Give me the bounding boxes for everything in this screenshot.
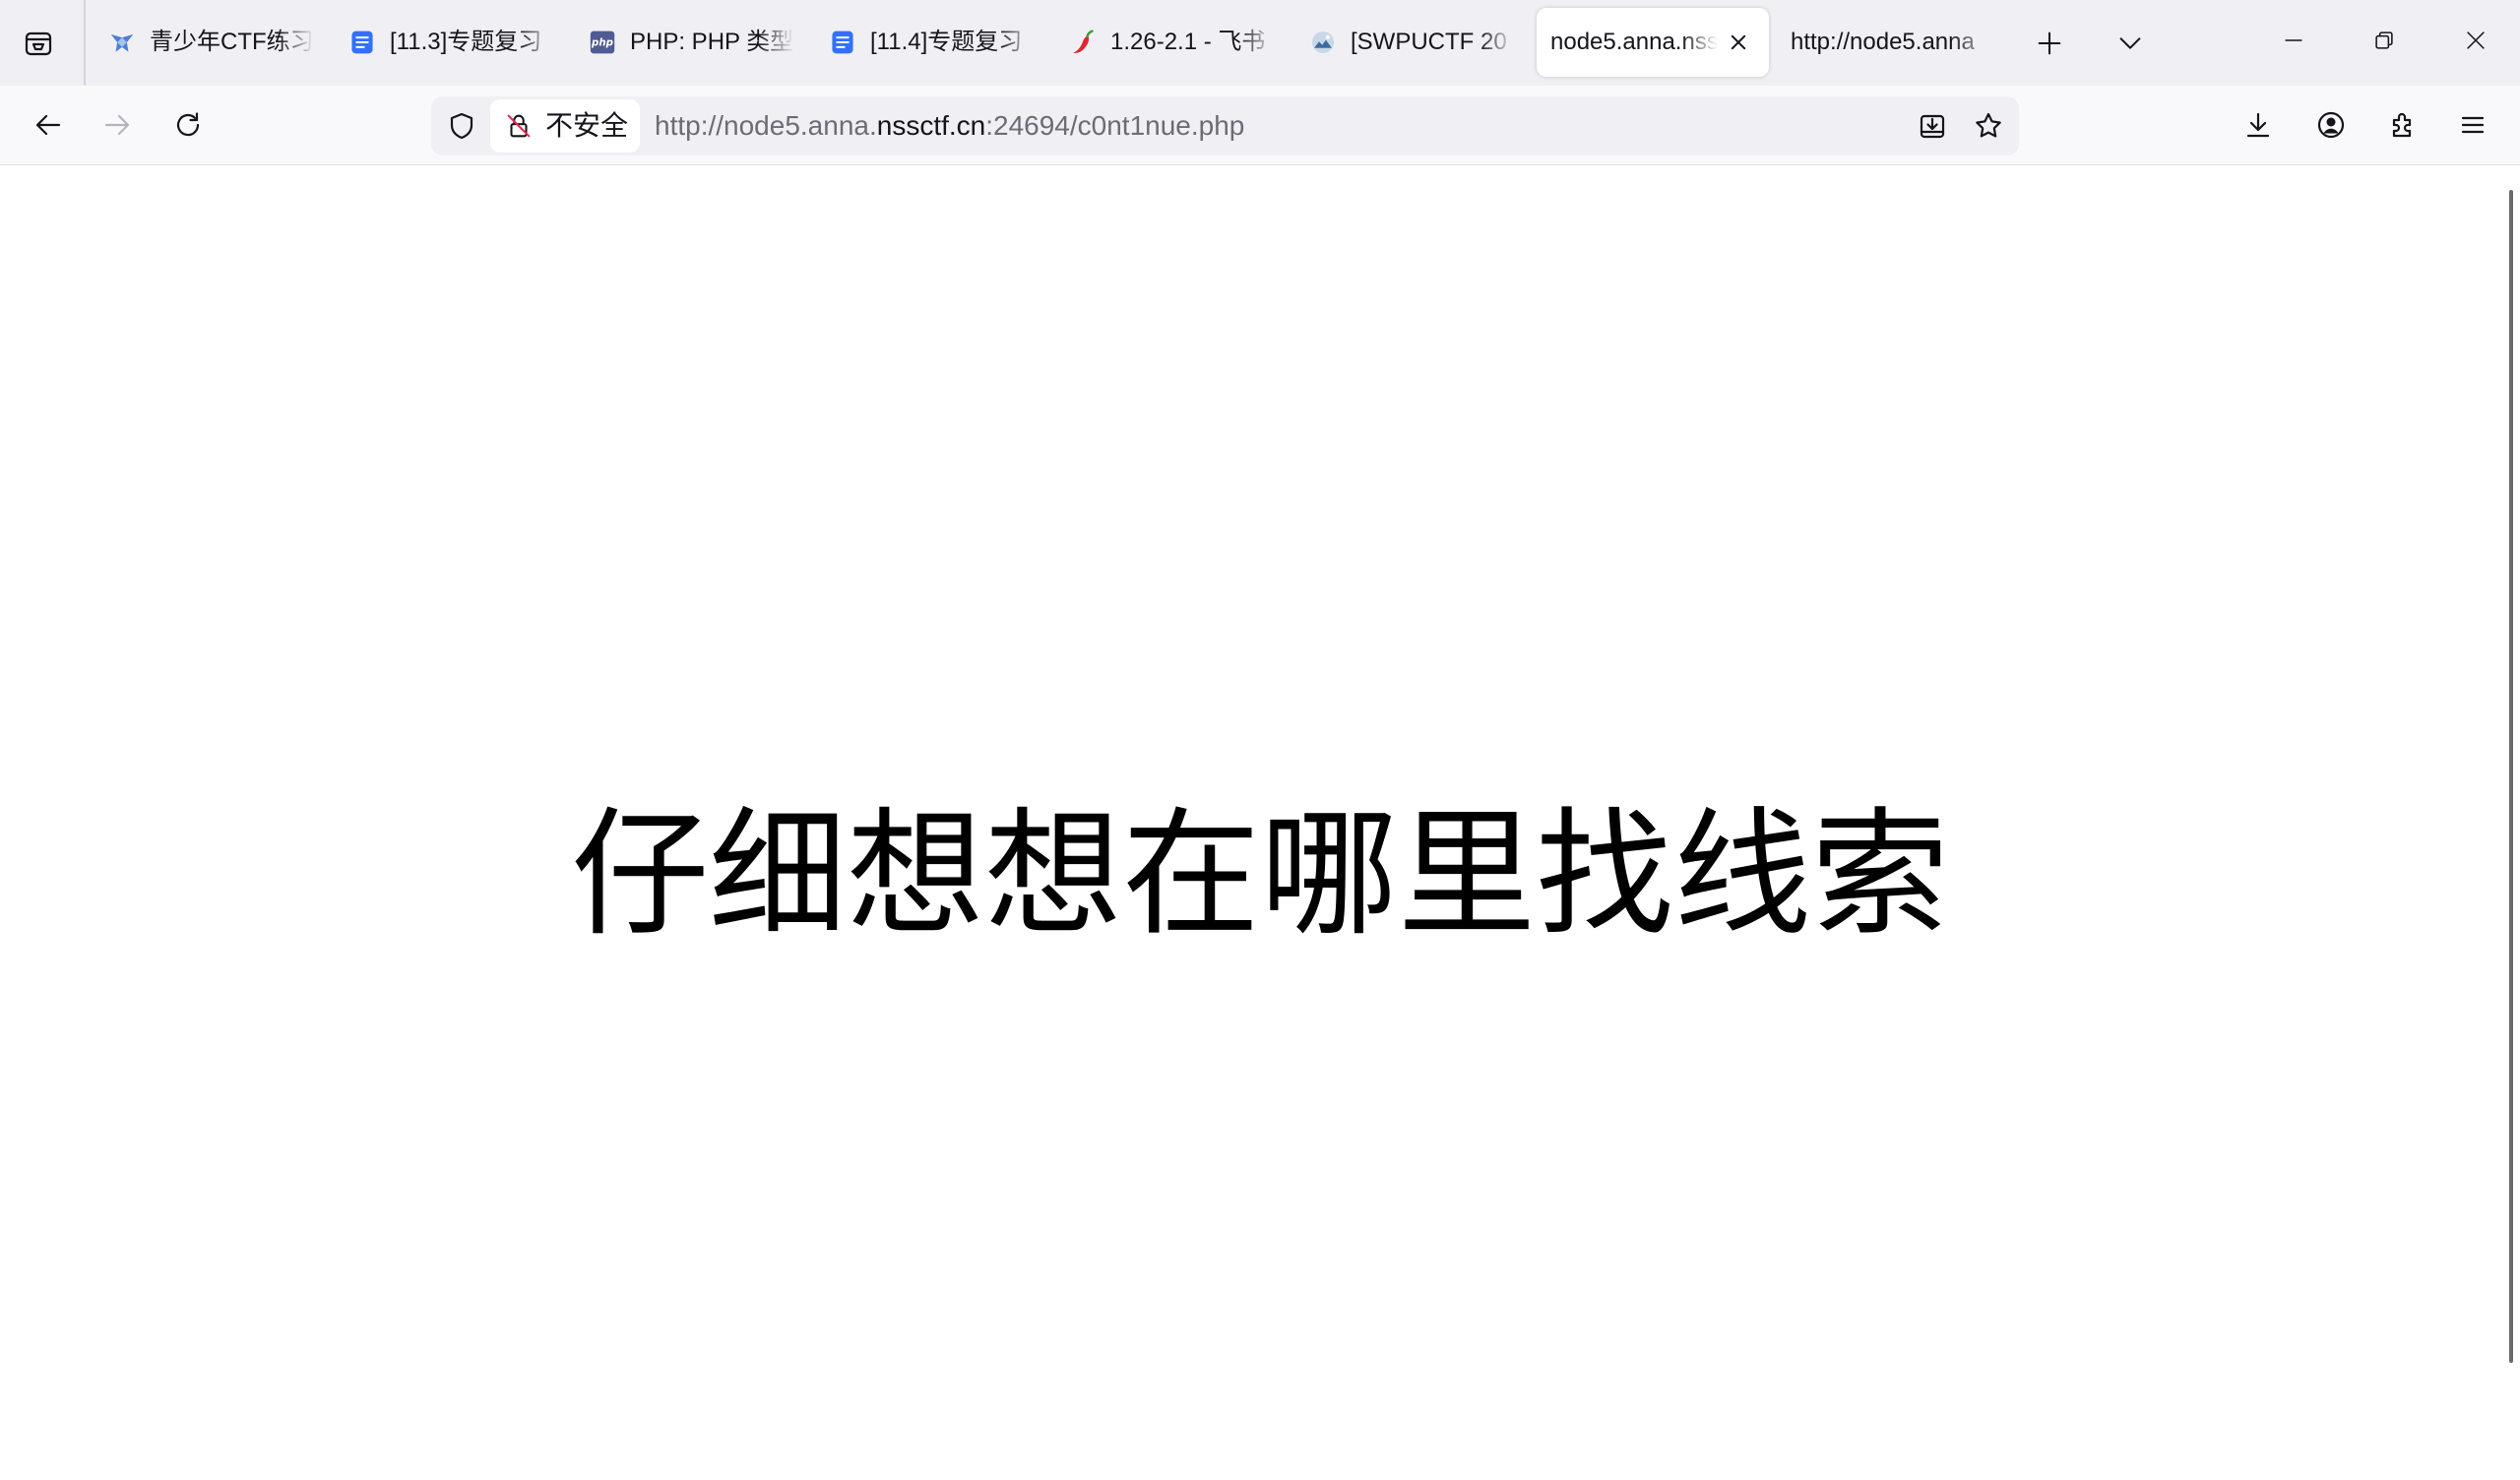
url-suffix: :24694/c0nt1nue.php [985,110,1245,141]
qsnctf-favicon-icon [109,30,135,55]
puzzle-icon [2392,112,2412,138]
tab-title: [SWPUCTF 20 [1351,29,1507,55]
star-icon [1976,112,2001,138]
tab-title: [11.3]专题复习 [390,29,542,55]
reload-icon [176,112,200,137]
tab-active-node5[interactable]: node5.anna.nss [1537,8,1769,77]
account-icon [2317,111,2345,139]
arrow-right-icon [104,114,130,136]
chevron-down-icon [2119,37,2141,49]
svg-text:php: php [591,38,613,49]
tab-title: http://node5.anna [1791,29,1975,55]
navigation-toolbar: 不安全 http://node5.anna.nssctf.cn:24694/c0… [0,86,2520,165]
forward-button[interactable] [90,97,145,153]
downloads-button[interactable] [2231,97,2286,153]
tab-overview-icon [25,31,52,56]
tab-title: [11.4]专题复习 [870,29,1023,55]
tab-bar: 青少年CTF练习 [11.3]专题复习 php PHP: PHP 类型 [11.… [0,0,2520,86]
save-page-icon [1920,114,1945,139]
nssctf-icon [1310,30,1336,55]
account-button[interactable] [2303,97,2359,153]
minimize-icon [2285,39,2302,41]
tab-11-4-review[interactable]: [11.4]专题复习 [816,8,1048,77]
document-icon [830,30,855,55]
document-icon [349,30,375,55]
download-icon [2246,112,2270,138]
new-tab-button[interactable] [2022,16,2077,71]
restore-window-button[interactable] [2357,13,2412,68]
tab-qsnctf[interactable]: 青少年CTF练习 [95,8,328,77]
url-prefix: http://node5.anna. [655,110,877,141]
plus-icon [2038,31,2061,55]
tab-title: PHP: PHP 类型 [630,29,794,55]
firefox-view-button[interactable] [11,16,66,71]
shield-icon [450,112,473,140]
close-icon [1731,34,1746,50]
php-icon: php [590,30,615,55]
close-tab-button[interactable] [1722,26,1755,59]
page-heading: 仔细想想在哪里找线索 [570,795,1949,956]
list-all-tabs-button[interactable] [2103,16,2158,71]
vertical-scrollbar[interactable] [2509,190,2513,1363]
restore-icon [2375,31,2393,49]
minimize-window-button[interactable] [2266,13,2321,68]
chili-icon [1070,30,1096,55]
save-page-button[interactable] [1911,104,1954,148]
tab-feishu[interactable]: 1.26-2.1 - 飞书 [1056,8,1289,77]
address-bar[interactable]: 不安全 http://node5.anna.nssctf.cn:24694/c0… [431,96,2019,155]
tab-title: node5.anna.nss [1550,29,1718,55]
tab-node5-url[interactable]: http://node5.anna [1777,8,2009,77]
security-label: 不安全 [545,110,629,141]
url-domain: nssctf.cn [876,110,986,141]
tab-title: 青少年CTF练习 [150,29,314,55]
back-button[interactable] [21,97,76,153]
tab-swpuctf[interactable]: [SWPUCTF 20 [1296,8,1529,77]
close-icon [2467,31,2485,49]
close-window-button[interactable] [2448,13,2503,68]
tab-bar-separator [84,0,86,86]
reload-button[interactable] [160,97,216,153]
tab-php-types[interactable]: php PHP: PHP 类型 [576,8,808,77]
connection-not-secure-badge[interactable]: 不安全 [490,99,640,153]
tab-title: 1.26-2.1 - 飞书 [1110,29,1266,55]
bookmark-star-button[interactable] [1967,104,2010,148]
url-text[interactable]: http://node5.anna.nssctf.cn:24694/c0nt1n… [655,96,1244,155]
app-menu-button[interactable] [2445,97,2500,153]
lock-insecure-icon [507,114,531,138]
tracking-protection-button[interactable] [442,106,481,146]
arrow-left-icon [35,114,61,136]
hamburger-menu-icon [2461,116,2485,134]
extensions-button[interactable] [2375,97,2430,153]
tab-11-3-review[interactable]: [11.3]专题复习 [336,8,568,77]
